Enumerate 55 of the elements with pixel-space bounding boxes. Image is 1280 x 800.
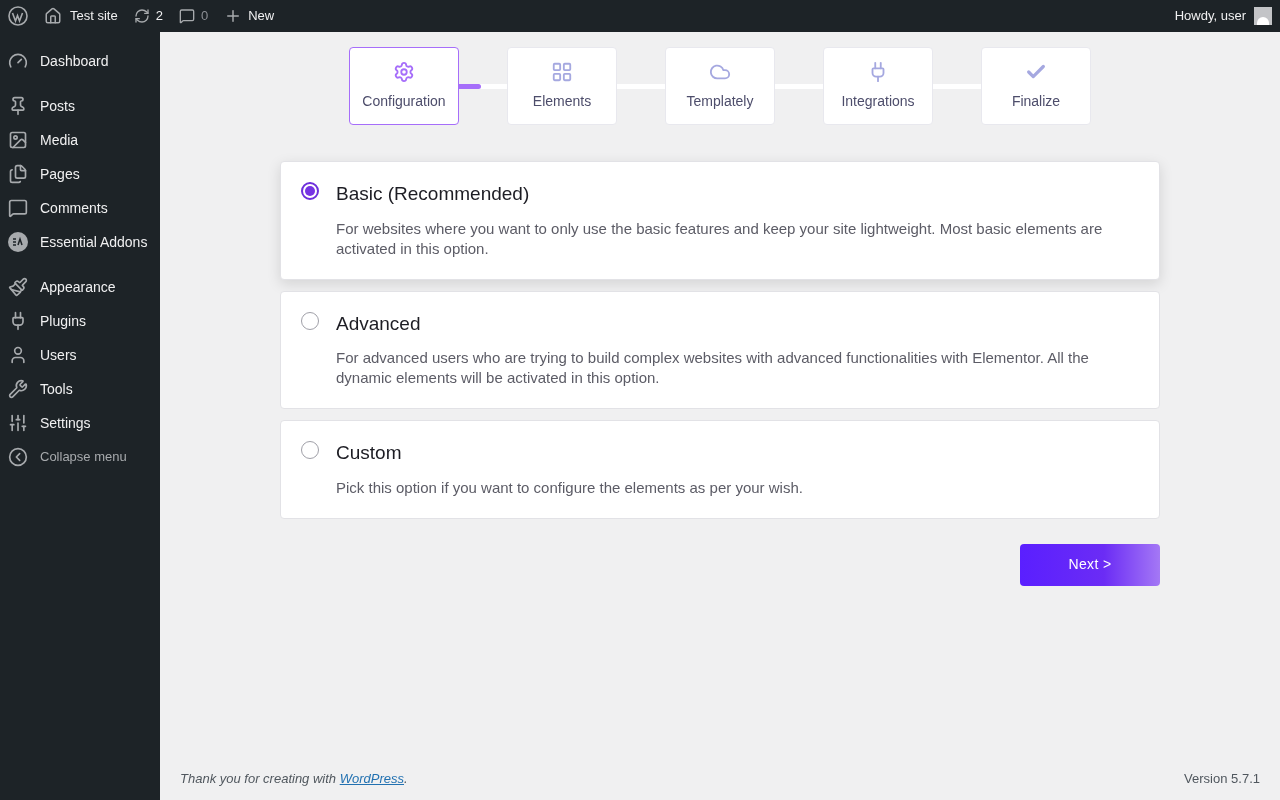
sidebar-item[interactable]: Posts (0, 89, 160, 123)
site-link[interactable]: Test site (44, 6, 118, 26)
option-description: Pick this option if you want to configure the elements as per your wish. (336, 477, 803, 498)
avatar-icon (1254, 7, 1272, 25)
wrench-icon (8, 379, 28, 399)
pin-icon (8, 96, 28, 116)
refresh-icon (133, 8, 150, 24)
wordpress-logo-icon[interactable] (8, 6, 28, 26)
next-button[interactable]: Next > (1020, 543, 1160, 586)
version-text: Version 5.7.1 (1184, 769, 1260, 788)
updates-link[interactable]: 2 (133, 6, 163, 26)
account-link[interactable]: Howdy, user (1174, 6, 1272, 26)
sliders-icon (8, 413, 28, 433)
pages-icon (8, 164, 28, 184)
sidebar-item[interactable]: Pages (0, 157, 160, 191)
collapse-icon (8, 447, 28, 467)
wordpress-link[interactable]: WordPress (339, 770, 404, 786)
option-title: Custom (336, 441, 403, 465)
addon-logo-icon (8, 232, 28, 252)
option-card[interactable]: Advanced For advanced users who are trying to build complex websites with advanced functionalities with Elementor. All the dynamic elements will be activated in this option. (280, 290, 1160, 409)
sidebar-item[interactable]: Appearance (0, 270, 160, 304)
paintbrush-icon (8, 277, 28, 297)
comments-link[interactable]: 0 (178, 6, 209, 26)
step-tab[interactable]: Templately (665, 47, 775, 125)
footer-thanks: Thank you for creating with WordPress. (180, 769, 408, 788)
gauge-icon (8, 51, 28, 71)
progress-fill (459, 83, 481, 89)
sidebar-item[interactable]: Tools (0, 372, 160, 406)
step-tab[interactable]: Elements (507, 47, 617, 125)
new-link[interactable]: New (224, 6, 275, 26)
grid-icon (551, 60, 573, 83)
media-icon (8, 130, 28, 150)
option-description: For websites where you want to only use the basic features and keep your site lightweight. Most basic elements are activated in this option. (336, 218, 1104, 259)
sidebar-item[interactable]: Settings (0, 406, 160, 440)
option-title: Advanced (336, 311, 422, 336)
option-description: For advanced users who are trying to build complex websites with advanced functionalities with Elementor. All the dynamic elements will be activated in this option. (336, 348, 1090, 388)
sidebar-item[interactable]: Users (0, 338, 160, 372)
sidebar-item[interactable]: Dashboard (0, 44, 160, 78)
sidebar-item[interactable]: Essential Addons (0, 225, 160, 259)
collapse-menu-button[interactable]: Collapse menu (0, 440, 160, 474)
step-tab[interactable]: Integrations (823, 47, 933, 125)
option-card[interactable]: Custom Pick this option if you want to configure the elements as per your wish. (280, 420, 1160, 519)
step-tab[interactable]: Configuration (349, 47, 459, 125)
sidebar-item[interactable]: Media (0, 123, 160, 157)
comment-icon (8, 198, 28, 218)
comment-icon (178, 8, 195, 24)
option-card[interactable]: Basic (Recommended) For websites where you want to only use the basic features and keep your site lightweight. Most basic elements are activated in this option. (280, 161, 1160, 280)
user-icon (8, 345, 28, 365)
home-icon (44, 7, 62, 25)
step-tab[interactable]: Finalize (981, 47, 1091, 125)
radio-button[interactable] (301, 182, 319, 200)
option-title: Basic (Recommended) (336, 182, 531, 206)
sidebar-item[interactable]: Comments (0, 191, 160, 225)
sidebar-item[interactable]: Plugins (0, 304, 160, 338)
settings-icon (393, 60, 415, 83)
